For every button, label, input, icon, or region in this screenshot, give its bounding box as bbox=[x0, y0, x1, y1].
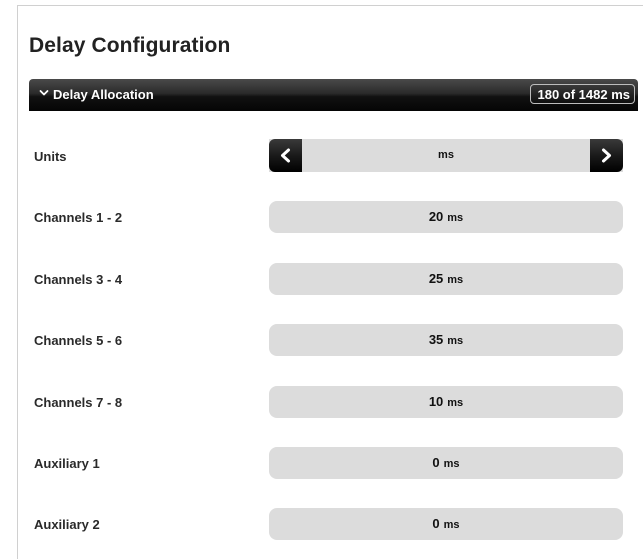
delay-unit: ms bbox=[447, 274, 464, 286]
delay-value: 0 bbox=[432, 516, 440, 531]
channels-3-4-delay-input[interactable]: 25 ms bbox=[269, 263, 623, 295]
chevron-down-icon bbox=[39, 90, 49, 96]
auxiliary-2-delay-input[interactable]: 0 ms bbox=[269, 508, 623, 540]
delay-configuration-panel: Delay Configuration Delay Allocation 180… bbox=[17, 5, 643, 559]
units-prev-button[interactable] bbox=[269, 139, 302, 172]
delay-allocation-header[interactable]: Delay Allocation 180 of 1482 ms bbox=[29, 79, 638, 111]
units-value: ms bbox=[438, 149, 454, 161]
delay-value: 0 bbox=[432, 455, 440, 470]
auxiliary-1-delay-input[interactable]: 0 ms bbox=[269, 447, 623, 479]
units-selector: ms bbox=[269, 139, 623, 172]
units-next-button[interactable] bbox=[590, 139, 623, 172]
channels-5-6-delay-input[interactable]: 35 ms bbox=[269, 324, 623, 356]
auxiliary-2-label: Auxiliary 2 bbox=[34, 517, 100, 532]
delay-unit: ms bbox=[443, 519, 460, 531]
channels-1-2-label: Channels 1 - 2 bbox=[34, 210, 123, 225]
delay-unit: ms bbox=[447, 212, 464, 224]
delay-unit: ms bbox=[447, 397, 464, 409]
page-title: Delay Configuration bbox=[29, 34, 231, 57]
auxiliary-1-label: Auxiliary 1 bbox=[34, 456, 100, 471]
channels-7-8-delay-input[interactable]: 10 ms bbox=[269, 386, 623, 418]
delay-value: 20 bbox=[428, 209, 444, 224]
allocation-badge: 180 of 1482 ms bbox=[530, 84, 635, 104]
delay-value: 10 bbox=[428, 394, 444, 409]
delay-unit: ms bbox=[443, 458, 460, 470]
channels-1-2-delay-input[interactable]: 20 ms bbox=[269, 201, 623, 233]
channels-7-8-label: Channels 7 - 8 bbox=[34, 395, 123, 410]
units-label: Units bbox=[34, 149, 67, 164]
chevron-right-icon bbox=[602, 148, 611, 163]
channels-3-4-label: Channels 3 - 4 bbox=[34, 272, 123, 287]
delay-unit: ms bbox=[447, 335, 464, 347]
delay-value: 25 bbox=[428, 271, 444, 286]
delay-value: 35 bbox=[428, 332, 444, 347]
chevron-left-icon bbox=[281, 148, 290, 163]
channels-5-6-label: Channels 5 - 6 bbox=[34, 333, 123, 348]
section-title: Delay Allocation bbox=[53, 87, 154, 102]
